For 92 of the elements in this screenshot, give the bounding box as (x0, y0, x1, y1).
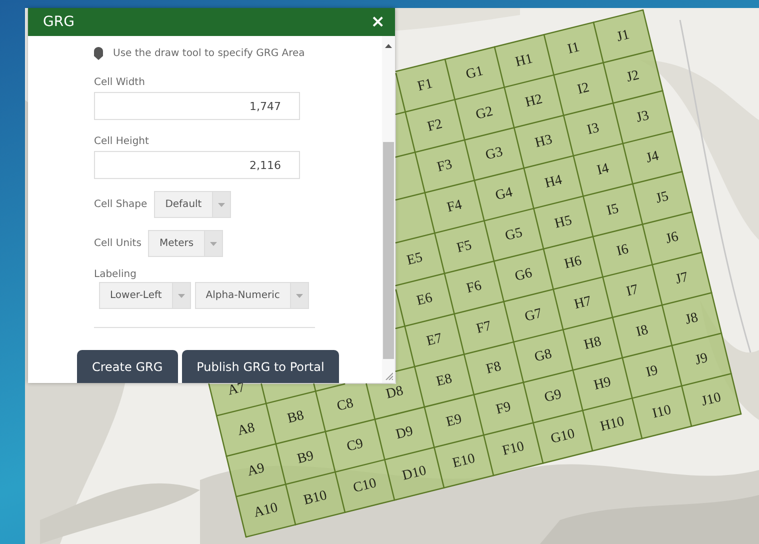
grid-cell-label: A8 (236, 420, 256, 440)
grid-cell-label: I7 (624, 282, 640, 300)
grid-cell-label: D8 (384, 384, 405, 402)
grid-cell-label: B10 (302, 488, 328, 508)
field-label: Cell Height (94, 135, 150, 149)
grid-cell-label: I10 (650, 402, 673, 422)
grid-cell-label: H10 (598, 414, 626, 435)
grid-cell-label: C8 (336, 396, 355, 414)
grid-cell-label: G6 (514, 266, 534, 285)
action-button[interactable]: Publish GRG to Portal (182, 350, 340, 383)
grid-cell-label: H5 (553, 213, 574, 232)
close-button[interactable]: × (370, 14, 385, 30)
grid-cell-label: H4 (543, 172, 564, 192)
grid-cell-label: J6 (664, 230, 680, 248)
resize-grip-icon[interactable] (384, 372, 392, 380)
dropdown[interactable]: Meters (148, 230, 223, 257)
grid-cell-label: I2 (576, 80, 591, 98)
map-pin-icon[interactable] (94, 47, 103, 60)
grid-cell-label: E8 (434, 372, 454, 390)
grid-cell-label: G8 (533, 346, 554, 366)
grid-cell-label: I3 (586, 120, 601, 138)
field-label: Cell Shape (94, 198, 148, 212)
grid-cell-label: F3 (436, 157, 454, 176)
grid-cell-label: I5 (605, 202, 620, 219)
grid-cell-label: F8 (484, 359, 503, 378)
dropdown[interactable]: Lower-Left (99, 282, 191, 309)
grid-cell-label: H2 (524, 92, 544, 111)
grid-cell-label: E6 (415, 290, 434, 309)
grid-cell-label: I1 (566, 40, 582, 58)
grid-cell-label: D9 (394, 424, 415, 443)
grid-cell-label: B9 (296, 448, 316, 468)
grid-cell-label: F9 (494, 400, 513, 418)
grid-cell-label: C9 (345, 436, 365, 455)
grid-cell-label: E5 (406, 250, 424, 269)
grid-cell-label: J5 (654, 189, 670, 207)
caret-icon (178, 294, 185, 298)
grid-cell-label: J7 (674, 270, 690, 288)
grid-cell-label: F6 (465, 278, 484, 297)
action-button[interactable]: Create GRG (77, 350, 178, 383)
caret-icon (210, 242, 217, 246)
grid-cell-label: G1 (464, 64, 485, 83)
grid-cell-label: H8 (582, 334, 603, 354)
grid-cell-label: B8 (286, 408, 306, 427)
grid-cell-label: G2 (474, 104, 495, 123)
grid-cell-label: H3 (534, 132, 554, 152)
caret-icon (218, 202, 225, 206)
grid-cell-label: G4 (494, 185, 514, 204)
grid-cell-label: J3 (634, 108, 651, 126)
grid-cell-label: A10 (252, 500, 280, 521)
grid-cell-label: I4 (596, 161, 611, 179)
grid-cell-label: J2 (625, 68, 641, 86)
grid-cell-label: F1 (416, 76, 434, 95)
field-label: Labeling (94, 268, 138, 282)
grid-cell-label: G3 (484, 144, 504, 164)
panel-title: GRG (43, 12, 74, 32)
field-label: Cell Width (94, 76, 146, 90)
grid-cell-label: I6 (615, 242, 630, 260)
grid-cell-label: E9 (444, 412, 464, 430)
grid-cell-label: G7 (523, 306, 544, 325)
grid-cell-label: E7 (425, 331, 444, 350)
grid-cell-label: I8 (634, 322, 650, 340)
grid-cell-label: H6 (563, 254, 584, 272)
grid-cell-label: H9 (592, 374, 613, 394)
dropdown[interactable]: Alpha-Numeric (194, 282, 309, 309)
grid-cell-label: E10 (451, 451, 477, 472)
input-field[interactable]: 1,747 (94, 92, 300, 120)
grid-cell-label: D10 (400, 464, 428, 484)
hint-text: Use the draw tool to specify GRG Area (113, 47, 305, 61)
grid-cell-label: J1 (615, 28, 631, 46)
grid-cell-label: J8 (684, 310, 700, 328)
grid-cell-label: F10 (500, 439, 526, 460)
grid-cell-label: J4 (644, 148, 660, 166)
grid-cell-label: J9 (694, 350, 710, 368)
grid-cell-label: F4 (446, 198, 464, 216)
grid-cell-label: H7 (572, 294, 594, 313)
grid-cell-label: G5 (504, 226, 524, 244)
scrollbar[interactable] (382, 36, 395, 383)
input-field[interactable]: 2,116 (94, 151, 300, 179)
grid-cell-label: F5 (455, 238, 474, 256)
dropdown[interactable]: Default (154, 191, 231, 218)
grid-cell-label: J10 (700, 390, 723, 410)
grid-cell-label: F7 (474, 318, 493, 338)
scroll-up-icon[interactable] (385, 44, 392, 48)
grid-cell-label: G10 (549, 426, 576, 448)
grid-cell-label: A9 (246, 460, 266, 480)
grid-cell-label: F2 (426, 116, 444, 136)
grid-cell-label: I9 (644, 363, 660, 381)
field-label: Cell Units (94, 237, 142, 251)
caret-icon (296, 294, 303, 298)
grid-cell-label: C10 (352, 476, 378, 496)
grid-cell-label: H1 (514, 52, 534, 70)
grid-cell-label: G9 (542, 387, 564, 406)
